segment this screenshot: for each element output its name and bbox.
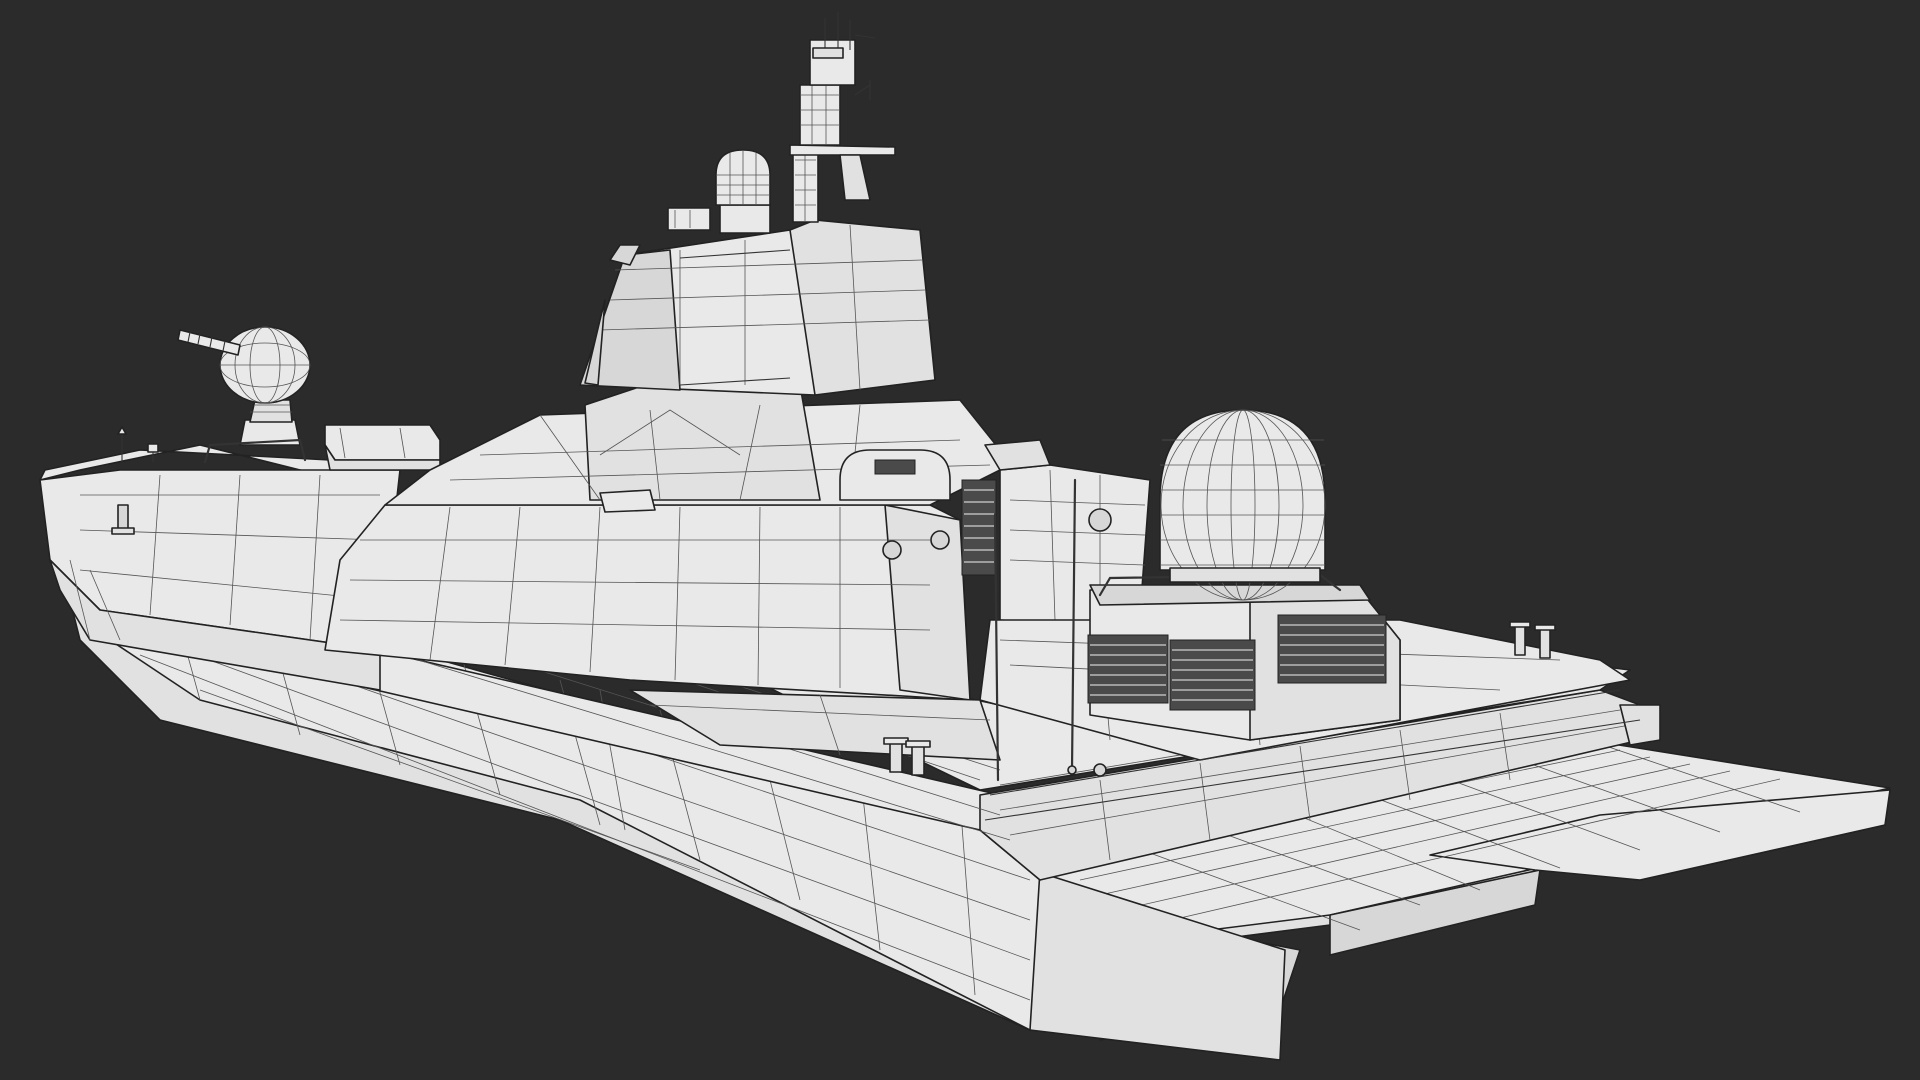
tower-top-equipment [667, 204, 771, 234]
main-radome [1159, 409, 1326, 601]
main-mast [789, 12, 896, 223]
3d-viewport[interactable] [0, 0, 1920, 1080]
ship-wireframe-model [39, 12, 1891, 1061]
gun-turret [177, 326, 311, 446]
small-radome [715, 149, 771, 206]
bridge-tower [579, 219, 936, 396]
deck-box-forward [324, 424, 441, 471]
